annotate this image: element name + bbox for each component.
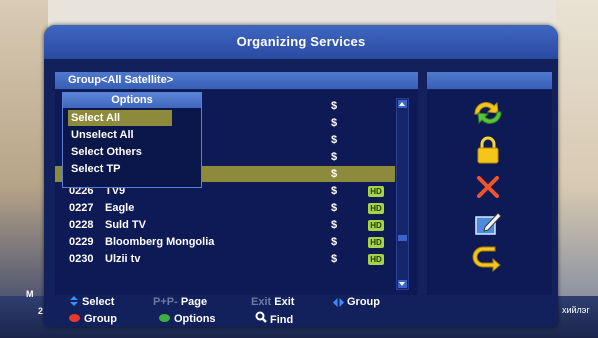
find-key: Find bbox=[255, 311, 294, 327]
menu-item-unselect-all[interactable]: Unselect All bbox=[68, 127, 134, 143]
options-menu-title: Options bbox=[63, 93, 201, 108]
delete-icon[interactable] bbox=[471, 172, 505, 202]
footer-page-label: Page bbox=[180, 296, 208, 308]
lock-icon[interactable] bbox=[471, 135, 505, 165]
rename-icon[interactable] bbox=[471, 208, 505, 238]
scrambled-icon: $ bbox=[331, 253, 338, 265]
hd-badge: HD bbox=[368, 237, 384, 248]
scrambled-icon: $ bbox=[331, 100, 338, 112]
footer-select-label: Select bbox=[82, 296, 115, 308]
scrambled-icon: $ bbox=[331, 168, 338, 180]
options-menu: Options Select All Unselect All Select O… bbox=[62, 92, 202, 188]
hd-badge: HD bbox=[368, 203, 384, 214]
scroll-thumb[interactable] bbox=[398, 235, 407, 241]
menu-item-select-all[interactable]: Select All bbox=[68, 110, 172, 126]
background-text-left-2: 2 bbox=[38, 306, 44, 316]
left-right-arrow-icon bbox=[333, 297, 344, 307]
footer-group: Group bbox=[333, 295, 380, 309]
channel-name: Eagle bbox=[105, 202, 135, 214]
footer-exit: Exit Exit bbox=[251, 295, 294, 309]
action-icon-panel bbox=[427, 90, 552, 295]
scrambled-icon: $ bbox=[331, 185, 338, 197]
hd-badge: HD bbox=[368, 254, 384, 265]
footer-help-bar: Select P+P- Page Exit Exit Group Group O… bbox=[55, 293, 552, 327]
channel-number: 0227 bbox=[69, 202, 94, 214]
channel-number: 0228 bbox=[69, 219, 94, 231]
organizing-services-window: Organizing Services Group<All Satellite>… bbox=[44, 25, 558, 327]
group-selector[interactable]: Group<All Satellite> bbox=[55, 72, 418, 89]
menu-item-select-others[interactable]: Select Others bbox=[68, 144, 142, 160]
green-key-options: Options bbox=[159, 312, 216, 326]
channel-row[interactable]: 0228 Suld TV $ HD bbox=[55, 217, 395, 234]
red-key-label: Group bbox=[84, 313, 117, 325]
background-right bbox=[556, 0, 598, 338]
background-left bbox=[0, 0, 48, 338]
channel-name: Suld TV bbox=[105, 219, 146, 231]
scrambled-icon: $ bbox=[331, 117, 338, 129]
scroll-up-arrow-icon[interactable] bbox=[398, 100, 407, 108]
red-key-group: Group bbox=[69, 312, 117, 326]
footer-page: P+P- Page bbox=[153, 295, 207, 309]
channel-list-scrollbar[interactable] bbox=[396, 98, 409, 290]
channel-number: 0230 bbox=[69, 253, 94, 265]
scrambled-icon: $ bbox=[331, 151, 338, 163]
scrambled-icon: $ bbox=[331, 134, 338, 146]
channel-number: 0229 bbox=[69, 236, 94, 248]
find-label: Find bbox=[270, 313, 294, 326]
footer-exit-label: Exit bbox=[274, 296, 295, 308]
scrambled-icon: $ bbox=[331, 236, 338, 248]
window-title: Organizing Services bbox=[44, 25, 558, 59]
scrambled-icon: $ bbox=[331, 202, 338, 214]
skip-icon[interactable] bbox=[471, 244, 505, 274]
channel-name: Bloomberg Mongolia bbox=[105, 236, 215, 248]
footer-page-key: P+P- bbox=[153, 296, 178, 308]
hd-badge: HD bbox=[368, 220, 384, 231]
red-key-icon bbox=[69, 314, 80, 323]
channel-row[interactable]: 0229 Bloomberg Mongolia $ HD bbox=[55, 234, 395, 251]
footer-group-label: Group bbox=[347, 296, 380, 308]
footer-select: Select bbox=[69, 295, 114, 309]
green-key-label: Options bbox=[174, 313, 216, 325]
move-icon[interactable] bbox=[471, 98, 505, 128]
menu-item-select-tp[interactable]: Select TP bbox=[68, 161, 121, 177]
hd-badge: HD bbox=[368, 186, 384, 197]
channel-name: Ulzii tv bbox=[105, 253, 141, 265]
search-icon bbox=[255, 311, 267, 327]
channel-row[interactable]: 0227 Eagle $ HD bbox=[55, 200, 395, 217]
icon-panel-header bbox=[427, 72, 552, 89]
background-text-right: хийлэг bbox=[562, 305, 590, 315]
up-down-arrow-icon bbox=[69, 296, 79, 307]
scrambled-icon: $ bbox=[331, 219, 338, 231]
green-key-icon bbox=[159, 314, 170, 323]
scroll-down-arrow-icon[interactable] bbox=[398, 280, 407, 288]
channel-row[interactable]: 0230 Ulzii tv $ HD bbox=[55, 251, 395, 268]
footer-exit-key: Exit bbox=[251, 296, 272, 308]
background-text-left: M bbox=[26, 289, 34, 299]
